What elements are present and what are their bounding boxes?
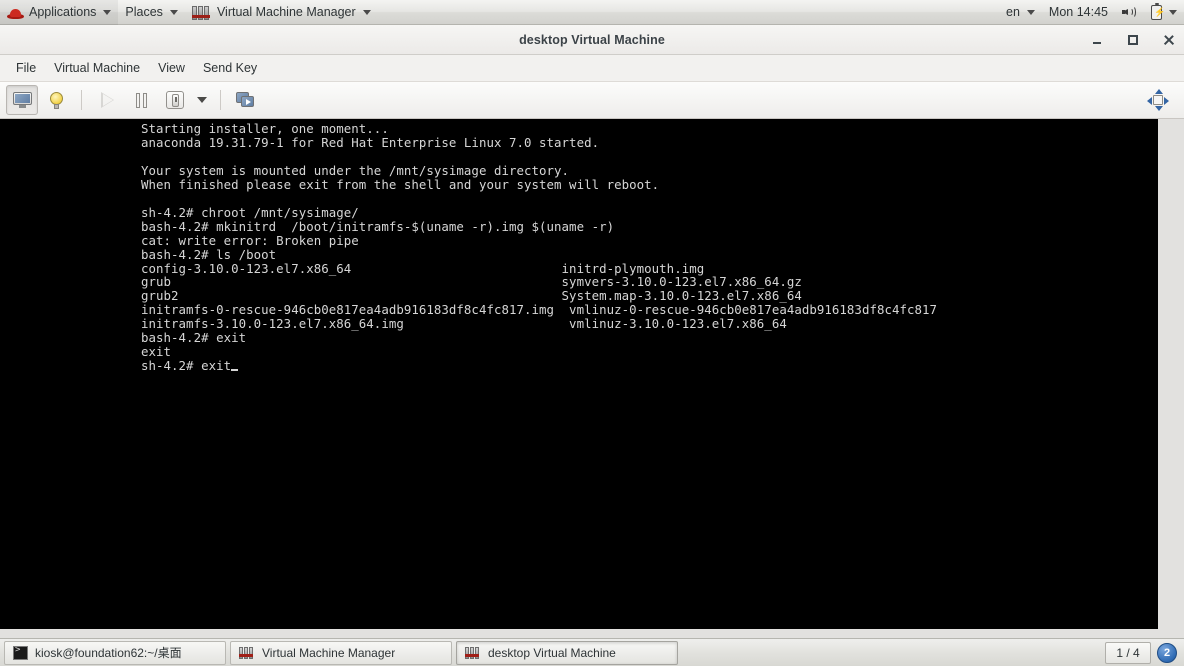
shutdown-button[interactable] <box>159 85 191 115</box>
panel-menu-applications[interactable]: Applications <box>0 0 119 25</box>
console-text-buffer: Starting installer, one moment... anacon… <box>141 121 938 374</box>
workspace-switcher[interactable]: 1 / 4 <box>1105 641 1151 664</box>
panel-clock[interactable]: Mon 14:45 <box>1042 0 1115 25</box>
toolbar-separator <box>81 90 82 110</box>
window-menubar: File Virtual Machine View Send Key <box>0 55 1184 82</box>
menu-file[interactable]: File <box>7 58 45 78</box>
taskbar-item-terminal[interactable]: kiosk@foundation62:~/桌面 <box>4 640 226 665</box>
chevron-down-icon <box>103 9 112 15</box>
chevron-down-icon <box>1169 9 1177 15</box>
console-cursor <box>231 369 239 372</box>
details-view-button[interactable] <box>40 85 72 115</box>
close-icon[interactable] <box>1162 33 1176 47</box>
panel-volume[interactable] <box>1115 0 1144 25</box>
gnome-top-panel: Applications Places Virtual Machine Mana… <box>0 0 1184 25</box>
chevron-down-icon <box>362 9 371 15</box>
taskbar-item-label: Virtual Machine Manager <box>262 645 396 660</box>
vmm-icon <box>239 646 255 659</box>
window-toolbar <box>0 82 1184 119</box>
window-titlebar: desktop Virtual Machine <box>0 25 1184 55</box>
shutdown-menu-caret[interactable] <box>193 86 211 114</box>
taskbar-item-label: kiosk@foundation62:~/桌面 <box>35 646 182 660</box>
vmm-menu-label: Virtual Machine Manager <box>216 5 356 19</box>
lightbulb-icon <box>49 91 63 109</box>
chevron-down-icon <box>1026 9 1035 15</box>
window-list-taskbar: kiosk@foundation62:~/桌面 Virtual Machine … <box>0 638 1184 666</box>
panel-menu-virtual-machine-manager[interactable]: Virtual Machine Manager <box>185 0 378 25</box>
clone-screens-icon <box>236 91 256 109</box>
toolbar-right-group <box>1142 82 1174 118</box>
panel-battery[interactable]: ⚡ <box>1144 0 1184 25</box>
snapshots-button[interactable] <box>230 85 262 115</box>
panel-keyboard-layout[interactable]: en <box>999 0 1042 25</box>
resize-arrows-icon <box>1147 89 1169 111</box>
menu-virtual-machine[interactable]: Virtual Machine <box>45 58 149 78</box>
notification-badge[interactable]: 2 <box>1157 642 1177 663</box>
fullscreen-resize-button[interactable] <box>1142 85 1174 115</box>
vmm-icon <box>465 646 481 659</box>
menu-view[interactable]: View <box>149 58 194 78</box>
applications-menu-label: Applications <box>29 5 97 19</box>
chevron-down-icon <box>197 97 207 103</box>
console-view-button[interactable] <box>6 85 38 115</box>
places-menu-label: Places <box>125 5 163 19</box>
terminal-icon <box>13 645 28 660</box>
maximize-icon[interactable] <box>1126 33 1140 47</box>
toolbar-separator <box>220 90 221 110</box>
desktop-screen: Applications Places Virtual Machine Mana… <box>0 0 1184 666</box>
keyboard-layout-label: en <box>1006 5 1020 19</box>
power-icon <box>166 91 184 109</box>
taskbar-item-desktop-virtual-machine[interactable]: desktop Virtual Machine <box>456 640 678 665</box>
vmm-icon <box>191 5 212 20</box>
redhat-icon <box>7 5 24 20</box>
clock-label: Mon 14:45 <box>1048 5 1108 19</box>
run-button[interactable] <box>91 85 123 115</box>
console-area: Starting installer, one moment... anacon… <box>0 119 1184 638</box>
taskbar-item-label: desktop Virtual Machine <box>488 645 616 660</box>
window-controls <box>1090 25 1176 54</box>
play-icon <box>100 92 114 108</box>
battery-icon: ⚡ <box>1151 2 1165 20</box>
pause-button[interactable] <box>125 85 157 115</box>
vm-console-display[interactable]: Starting installer, one moment... anacon… <box>0 119 1158 629</box>
panel-menu-places[interactable]: Places <box>118 0 185 25</box>
volume-icon <box>1122 5 1137 19</box>
menu-send-key[interactable]: Send Key <box>194 58 266 78</box>
virtual-machine-window: desktop Virtual Machine File Virtual Mac… <box>0 25 1184 638</box>
chevron-down-icon <box>169 9 178 15</box>
taskbar-item-virtual-machine-manager[interactable]: Virtual Machine Manager <box>230 640 452 665</box>
monitor-icon <box>12 92 32 108</box>
minimize-icon[interactable] <box>1090 33 1104 47</box>
page-title: desktop Virtual Machine <box>519 32 665 47</box>
pause-icon <box>135 92 148 108</box>
